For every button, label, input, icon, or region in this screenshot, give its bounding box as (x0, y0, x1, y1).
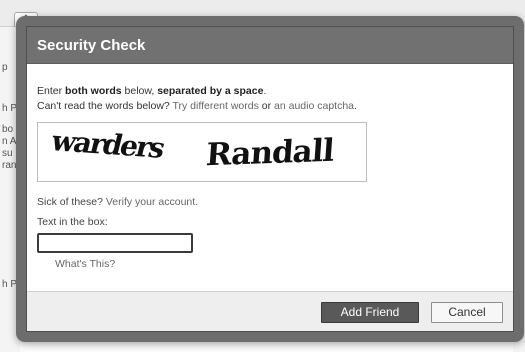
dialog-body: Enter both words below, separated by a s… (27, 84, 513, 270)
captcha-word-2: Randall (204, 132, 335, 174)
verify-prefix: Sick of these? (37, 196, 106, 208)
verify-line: Sick of these? Verify your account. (37, 196, 513, 208)
page: ⇕ p h P bo n A su ran h P Security Check… (0, 0, 525, 352)
captcha-image: warders Randall (37, 122, 367, 182)
add-friend-button[interactable]: Add Friend (321, 302, 419, 323)
try-different-words-link[interactable]: Try different words (172, 100, 258, 112)
whats-this-link[interactable]: What's This? (55, 258, 513, 270)
security-check-dialog: Security Check Enter both words below, s… (26, 26, 514, 332)
dialog-title: Security Check (27, 27, 513, 64)
instruction-line-2: Can't read the words below? Try differen… (37, 99, 513, 114)
instructions: Enter both words below, separated by a s… (37, 84, 513, 114)
instruction-line-2-suffix: . (354, 100, 357, 112)
instruction-bold-2: separated by a space (157, 85, 264, 97)
dialog-footer: Add Friend Cancel (27, 291, 513, 331)
captcha-input[interactable] (37, 233, 193, 253)
instruction-line-1: Enter both words below, separated by a s… (37, 84, 513, 99)
cancel-button[interactable]: Cancel (431, 302, 503, 323)
instruction-line-2-prefix: Can't read the words below? (37, 100, 173, 112)
instruction-middle: below, (121, 85, 158, 97)
instruction-prefix: Enter (37, 85, 66, 97)
instruction-or: or (258, 100, 275, 112)
verify-account-link[interactable]: Verify your account. (106, 196, 198, 208)
captcha-word-1: warders (48, 124, 167, 165)
audio-captcha-link[interactable]: an audio captcha (274, 100, 354, 112)
captcha-field-label: Text in the box: (37, 216, 108, 228)
instruction-bold-1: both words (65, 85, 122, 97)
instruction-suffix: . (263, 85, 267, 97)
